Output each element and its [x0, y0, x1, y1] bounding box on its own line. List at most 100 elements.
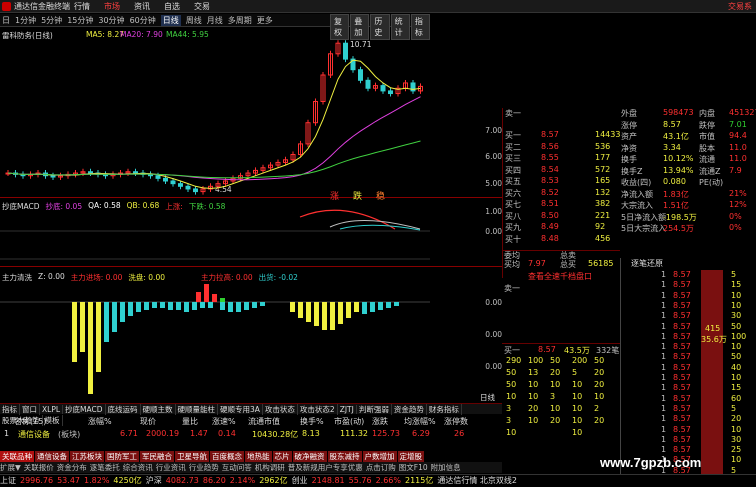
period-4[interactable]: 30分钟 [98, 15, 124, 26]
table-row[interactable]: 1 通信设备 (板块) 6.71 2000.19 1.47 0.14 10430.28亿 8.1… [0, 428, 502, 440]
book-cell: 50 [550, 356, 561, 365]
menu-2[interactable]: 资讯 [134, 1, 150, 12]
menu-4[interactable]: 交易 [194, 1, 210, 12]
sector-tab-11[interactable]: 户数增加 [362, 451, 397, 462]
sector-tab-2[interactable]: 江苏板块 [70, 451, 104, 462]
index-amt: 2962亿 [259, 476, 288, 485]
index-name[interactable]: 创业 [292, 476, 308, 485]
period-2[interactable]: 5分钟 [41, 15, 62, 26]
indicator-tab-6[interactable]: 硬顺量能柱 [176, 404, 219, 415]
sector-tab-5[interactable]: 卫星导航 [175, 451, 209, 462]
column-header[interactable]: 均涨幅% [404, 416, 436, 426]
indicator-tab-13[interactable]: 财务指标 [427, 404, 462, 415]
order-book-grid: 290 100 50 200 50 50 13 20 5 20 50 10 10 10 20 10 10 3 10 1… [502, 356, 620, 446]
column-header[interactable]: 涨停数 [444, 416, 468, 426]
period-8[interactable]: 月线 [207, 15, 223, 26]
trade-system-link[interactable]: 交易系 [728, 1, 752, 12]
column-header[interactable]: 换手% [300, 416, 324, 426]
ma-line [7, 140, 421, 179]
column-header[interactable]: 名称(15) [14, 416, 46, 426]
book-cell: 10 [572, 404, 583, 413]
flow-bar [252, 302, 257, 308]
info-tab-5[interactable]: 行业资讯 [156, 463, 186, 472]
cell-avg: 6.29 [412, 429, 430, 438]
buy-price-0: 8.57 [541, 130, 559, 139]
stat-val-5: 13.94% [663, 165, 694, 175]
index-name[interactable]: 沪深 [146, 476, 162, 485]
info-tab-1[interactable]: 关联报价 [24, 463, 54, 472]
period-1[interactable]: 1分钟 [15, 15, 36, 26]
period-6[interactable]: 日线 [160, 15, 181, 26]
stat-key-1: 涨停 [621, 120, 637, 130]
column-header[interactable]: 现价 [140, 416, 156, 426]
index-name[interactable]: 上证 [0, 476, 16, 485]
period-5[interactable]: 60分钟 [130, 15, 156, 26]
cell-zd: 125.73 [372, 429, 400, 438]
info-tab-9[interactable]: 普及新规用户专享优惠 [288, 463, 363, 472]
buy-vol-0: 14433 [595, 130, 621, 139]
column-header[interactable]: 流通市值 [248, 416, 280, 426]
info-tab-7[interactable]: 互动问答 [222, 463, 252, 472]
indicator-tab-11[interactable]: 判断强弱 [357, 404, 392, 415]
sector-tab-1[interactable]: 通信设备 [35, 451, 69, 462]
period-10[interactable]: 更多 [257, 15, 273, 26]
sector-tab-8[interactable]: 芯片 [272, 451, 292, 462]
app-logo-icon [2, 2, 11, 11]
column-header[interactable]: 量比 [182, 416, 198, 426]
sector-tab-4[interactable]: 军民融合 [140, 451, 174, 462]
info-tab-8[interactable]: 机构调研 [255, 463, 285, 472]
info-tab-6[interactable]: 行业趋势 [189, 463, 219, 472]
sector-tab-10[interactable]: 股东减持 [327, 451, 362, 462]
indicator-tab-0[interactable]: 指标 [0, 404, 20, 415]
tick-idx: 1 [661, 424, 667, 434]
menu-0[interactable]: 行情 [74, 1, 90, 12]
column-header[interactable]: 涨速% [212, 416, 236, 426]
info-tab-10[interactable]: 点击订购 [366, 463, 396, 472]
sector-tab-6[interactable]: 百度概念 [210, 451, 244, 462]
menu-1[interactable]: 市场 [104, 1, 120, 12]
column-header[interactable]: 涨跌 [372, 416, 388, 426]
tick-vol: 40 [731, 362, 742, 372]
sector-tab-0[interactable]: 关联品种 [0, 451, 34, 462]
info-tab-11[interactable]: 图文F10 [399, 463, 428, 472]
stat-val2-10: 0% [729, 223, 742, 232]
indicator-tab-8[interactable]: 攻击状态 [263, 404, 298, 415]
column-header[interactable]: 市盈(动) [334, 416, 364, 426]
info-tab-12[interactable]: 附加信息 [431, 463, 461, 472]
period-3[interactable]: 15分钟 [67, 15, 93, 26]
period-7[interactable]: 周线 [186, 15, 202, 26]
menu-3[interactable]: 自选 [164, 1, 180, 12]
info-tab-4[interactable]: 综合资讯 [123, 463, 153, 472]
indicator-tab-10[interactable]: ZJTJ [338, 405, 357, 414]
info-tab-2[interactable]: 资金分布 [57, 463, 87, 472]
kline-chart[interactable]: 雷科防务(日线) MA5: 8.27 MA20: 7.90 MA44: 5.95… [0, 28, 502, 202]
stat-val-9: -198.5万 [663, 212, 697, 222]
period-0[interactable]: 日 [2, 15, 10, 26]
indicator-tab-2[interactable]: XLPL [40, 405, 64, 414]
buy-label-9: 买十 [505, 234, 521, 244]
flow-panel[interactable]: 主力清洗 Z: 0.00 主力进场: 0.00 洗盘: 0.00 主力拉高: 0… [0, 268, 502, 394]
indicator-tab-4[interactable]: 底线运码 [106, 404, 141, 415]
tick-panel[interactable]: 逐笔还原 1 8.57 5 1 8.57 15 1 8.57 10 1 8.57 10 1 8.57 30 1 8… [620, 258, 756, 478]
column-header[interactable]: 涨幅% [88, 416, 112, 426]
indicator-tab-7[interactable]: 硬顺专用3A [218, 404, 263, 415]
flow-bar [244, 302, 249, 310]
full-depth-link[interactable]: 查看全速千档盘口 [528, 271, 592, 281]
info-tab-3[interactable]: 逐笔委托 [90, 463, 120, 472]
period-9[interactable]: 多周期 [228, 15, 252, 26]
sector-tab-12[interactable]: 定增股 [397, 451, 424, 462]
sector-tab-9[interactable]: 破净融资 [292, 451, 327, 462]
indicator-tab-1[interactable]: 窗口 [20, 404, 40, 415]
indicator-tab-3[interactable]: 抄底MACD [63, 404, 106, 415]
indicator-tab-9[interactable]: 攻击状态2 [298, 404, 338, 415]
buy-label-1: 买二 [505, 142, 521, 152]
sector-tab-7[interactable]: 地热能 [245, 451, 272, 462]
buy1-orders: 332笔 [596, 346, 620, 355]
macd-panel[interactable]: 抄底MACD 抄底: 0.05 QA: 0.58 QB: 0.68 上涨: 下跌… [0, 199, 502, 267]
indicator-tab-12[interactable]: 资金趋势 [392, 404, 427, 415]
sector-tab-3[interactable]: 国防军工 [105, 451, 139, 462]
indicator-tab-5[interactable]: 硬顺主数 [141, 404, 176, 415]
info-tab-0[interactable]: 扩展▼ [0, 463, 21, 472]
flow-ytick-3: 0.00 [485, 362, 502, 371]
buy-vol-1: 536 [595, 141, 611, 151]
